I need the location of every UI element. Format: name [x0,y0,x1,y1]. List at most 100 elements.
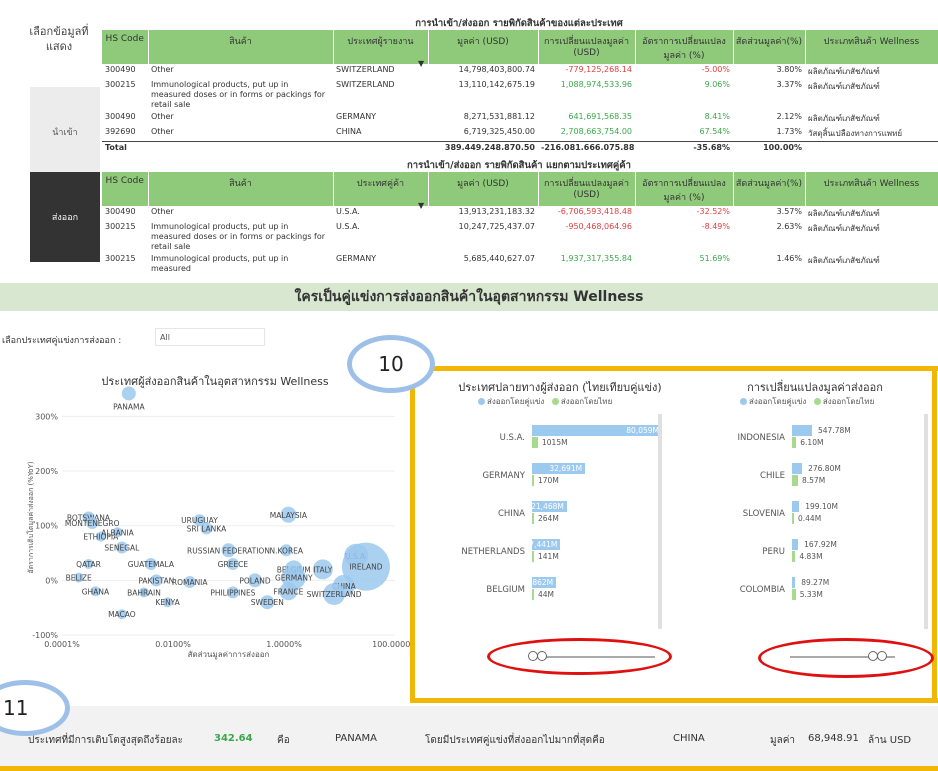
scatter-point[interactable] [121,386,136,401]
bar-competitor[interactable] [792,577,796,588]
table-cell: SWITZERLAND [336,80,395,89]
column-header[interactable]: ประเทศคู่ค้า [333,172,429,206]
table-cell: 392690 [105,127,136,136]
legend-comp: ส่งออกโดยคู่แข่ง [487,397,545,406]
table-row[interactable]: 300490 Other GERMANY 8,271,531,881.12 641,69… [102,111,938,126]
bar-category-label: INDONESIA [737,433,785,443]
table-cell: Other [151,65,174,74]
dest-legend: ส่งออกโดยคู่แข่ง ส่งออกโดยไทย [478,395,612,408]
x-tick-label: 1.0000% [266,640,302,649]
table-cell: GERMANY [336,254,377,263]
table-row[interactable]: 300215 Immunological products, put up in … [102,79,938,111]
scatter-point-label: IRELAND [349,563,382,572]
competitor-filter-label: เลือกประเทศคู่แข่งการส่งออก : [2,336,122,346]
summary-value-label: มูลค่า [770,735,796,746]
column-header[interactable]: ประเภทสินค้า Wellness [805,30,938,64]
bar-thailand[interactable] [792,589,796,600]
bar-thailand-value: 170M [538,476,559,485]
table-cell: U.S.A. [336,207,360,216]
table-row[interactable]: 392690 Other CHINA 6,719,325,450.00 2,708,66… [102,126,938,142]
sort-desc-icon[interactable]: ▼ [418,59,424,68]
column-header[interactable]: HS Code [102,172,149,206]
bar-competitor-value: 32,691M [549,464,583,473]
competitor-filter-dropdown[interactable]: All [155,328,265,346]
table-cell: 14,798,403,800.74 [458,65,535,74]
column-header[interactable]: มูลค่า (USD) [428,172,539,206]
column-header[interactable]: มูลค่า (USD) [428,30,539,64]
table-total-row[interactable]: Total 389,449,248,870.50 -216,081,666,075.… [102,141,938,150]
bar-thailand-value: 4.83M [799,552,823,561]
table-cell: Other [151,112,174,121]
table-row[interactable]: 300215 Immunological products, put up in … [102,221,938,253]
column-header[interactable]: การเปลี่ยนแปลงมูลค่า (USD) [538,172,636,206]
bar-thailand[interactable] [532,475,534,486]
table-row[interactable]: 300490 Other SWITZERLAND 14,798,403,800.74 -… [102,64,938,79]
bar-thailand[interactable] [792,437,797,448]
export-button[interactable]: ส่งออก [30,172,100,262]
table-cell: Other [151,127,174,136]
bar-thailand-value: 5.33M [799,590,823,599]
table-cell: 8,271,531,881.12 [463,112,535,121]
bar-thailand[interactable] [532,437,538,448]
table-cell: 8.41% [704,112,730,121]
bar-thailand[interactable] [792,513,794,524]
table-cell: 1,088,974,533.96 [560,80,632,89]
table-cell: Immunological products, put up in measur… [151,80,326,109]
bar-competitor[interactable] [792,425,812,436]
bar-thailand[interactable] [532,551,534,562]
table-cell: -6,706,593,418.48 [557,207,632,216]
change-bar-chart[interactable]: INDONESIA 547.78M 6.10M CHILE 276.80M 8.57M SL… [700,425,920,625]
bar-thailand[interactable] [532,513,534,524]
import-button[interactable]: นำเข้า [30,87,100,177]
table-cell: -779,125,268.14 [565,65,632,74]
column-header[interactable]: การเปลี่ยนแปลงมูลค่า (USD) [538,30,636,64]
column-header[interactable]: HS Code [102,30,149,64]
scatter-point-label: GHANA [82,587,110,596]
column-header[interactable]: ประเทศผู้รายงาน [333,30,429,64]
table1-container[interactable]: HS Code สินค้า ประเทศผู้รายงาน มูลค่า (USD)… [102,30,938,150]
column-header[interactable]: ประเภทสินค้า Wellness [805,172,938,206]
bar-competitor[interactable] [792,501,800,512]
table-cell [333,141,428,150]
table2-container[interactable]: HS Code สินค้า ประเทศคู่ค้า มูลค่า (USD) การ… [102,172,938,272]
table-cell: ผลิตภัณฑ์เภสัชภัณฑ์ [808,67,880,76]
table-cell: 3.37% [776,80,802,89]
column-header[interactable]: อัตราการเปลี่ยนแปลงมูลค่า (%) [635,30,734,64]
table-cell: 2.63% [776,222,802,231]
table-row[interactable]: 300215 Immunological products, put up in … [102,253,938,272]
y-tick-label: -100% [32,631,58,640]
scatter-point-label: BELIZE [66,574,92,583]
table-row[interactable]: 300490 Other U.S.A. 13,913,231,183.32 -6,706… [102,206,938,221]
bar-thailand[interactable] [792,475,798,486]
summary-value: 68,948.91 [808,733,859,744]
table-cell [805,141,938,150]
bar-competitor-value: 167.92M [804,540,837,549]
bar-thailand[interactable] [792,551,796,562]
bar-thailand[interactable] [532,589,534,600]
dest-scrollbar[interactable] [658,414,662,629]
bar-category-label: PERU [762,547,785,557]
column-header[interactable]: สินค้า [148,172,334,206]
change-scrollbar[interactable] [924,414,928,629]
bar-competitor[interactable] [792,463,803,474]
table-cell: ผลิตภัณฑ์เภสัชภัณฑ์ [808,114,880,123]
table-cell: Other [151,207,174,216]
dest-bar-chart[interactable]: U.S.A. 80,059M 1015M GERMANY 32,691M 170M CHIN… [440,425,670,625]
column-header[interactable]: สัดส่วนมูลค่า(%) [733,172,806,206]
bar-competitor-value: 89.27M [801,578,830,587]
bar-competitor[interactable] [792,539,799,550]
bar-competitor-value: 21,468M [531,502,564,511]
sort-desc-icon[interactable]: ▼ [418,201,424,210]
x-tick-label: 0.0100% [155,640,191,649]
bar-thailand-value: 141M [538,552,559,561]
column-header[interactable]: สินค้า [148,30,334,64]
x-tick-label: 0.0001% [44,640,80,649]
column-header[interactable]: สัดส่วนมูลค่า(%) [733,30,806,64]
scatter-chart[interactable]: 300% 200% 100% 0% -100%0.0001% 0.0100% 1.0000%… [0,385,410,660]
scatter-point-label: SRI LANKA [187,524,227,533]
scatter-point-label: ROMANIA [172,578,209,587]
column-header[interactable]: อัตราการเปลี่ยนแปลงมูลค่า (%) [635,172,734,206]
change-chart-title: การเปลี่ยนแปลงมูลค่าส่งออก [747,381,883,394]
bar-category-label: U.S.A. [499,433,525,443]
selector-title: เลือกข้อมูลที่แสดง [29,25,89,53]
